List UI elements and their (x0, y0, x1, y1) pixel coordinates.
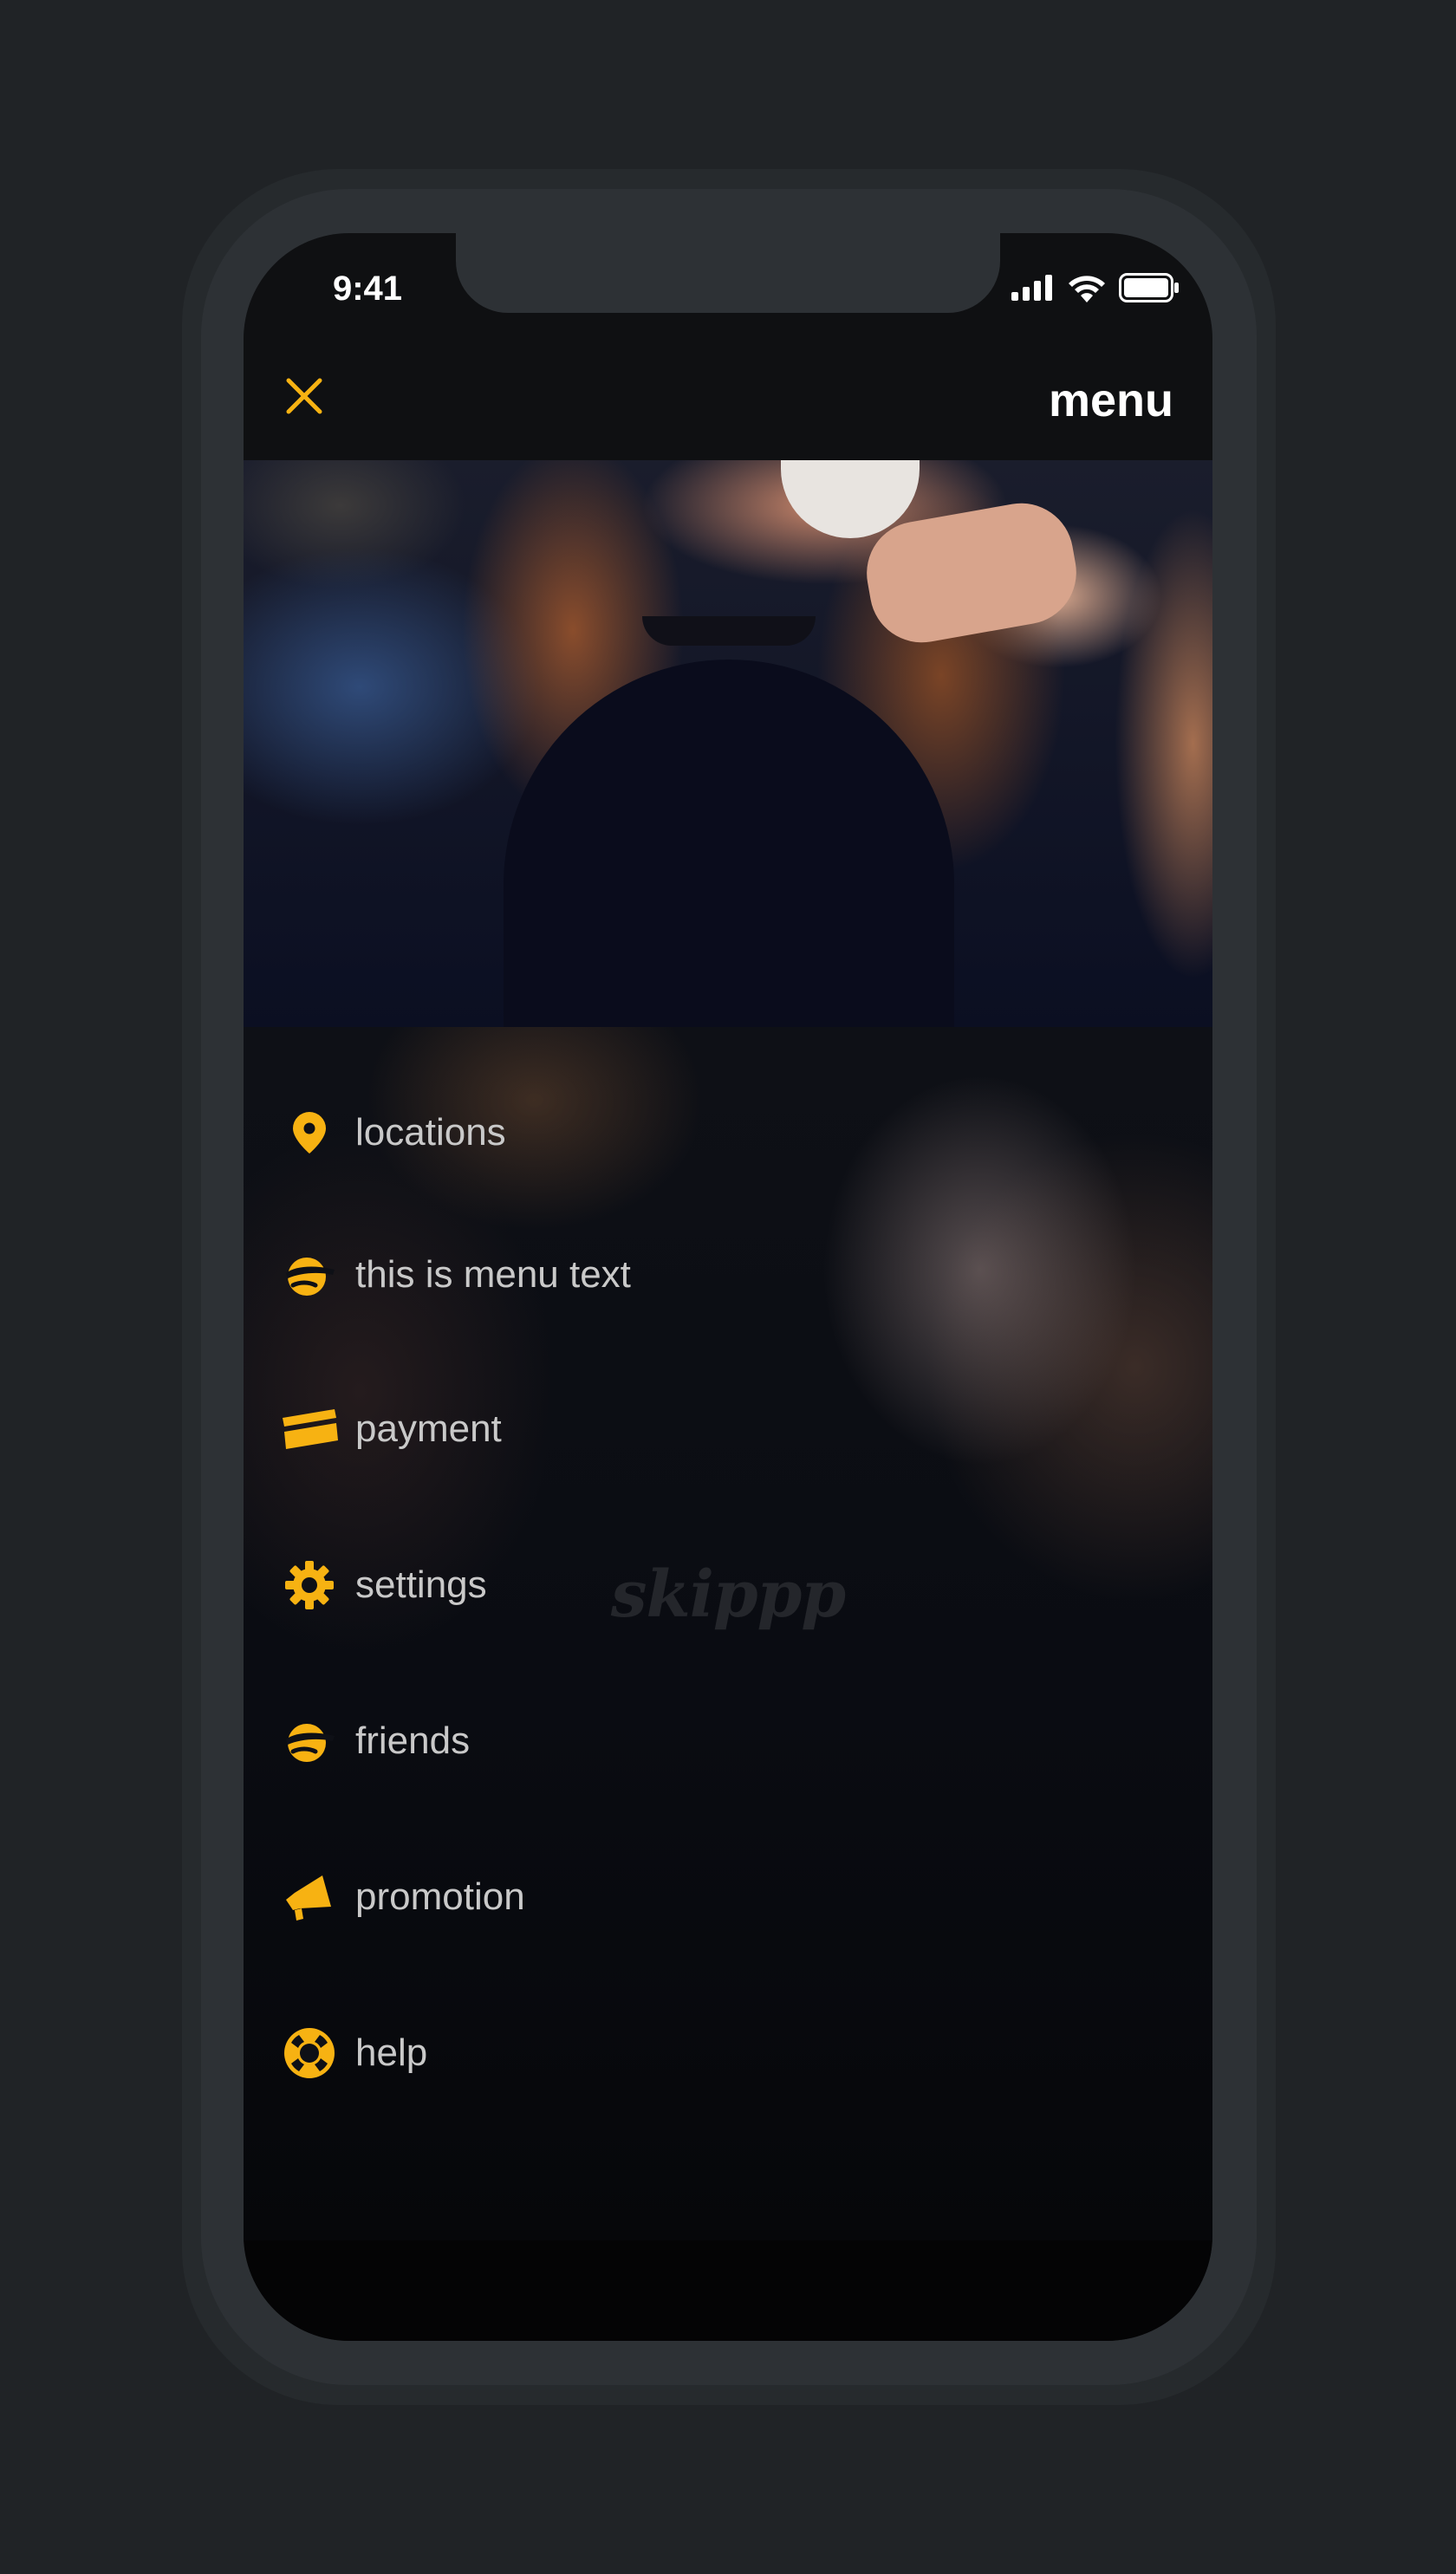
credit-card-icon (278, 1398, 341, 1460)
megaphone-icon (278, 1866, 341, 1928)
signal-icon (1011, 275, 1055, 305)
battery-icon (1119, 273, 1180, 307)
hero-photo-detail (504, 660, 954, 1027)
close-icon (283, 375, 325, 421)
wifi-icon (1067, 273, 1107, 307)
menu-header: menu (244, 337, 1212, 460)
location-pin-icon (278, 1102, 341, 1164)
menu-item-promotion[interactable]: promotion (278, 1854, 525, 1940)
bottom-bar (244, 2240, 1212, 2341)
hero-photo-detail (642, 616, 816, 646)
page-title: menu (1048, 374, 1173, 426)
menu-item-help[interactable]: help (278, 2010, 427, 2096)
menu-item-label: help (355, 2031, 428, 2074)
menu-item-label: this is menu text (355, 1253, 631, 1296)
lifebuoy-icon (278, 2022, 341, 2084)
menu-item-label: promotion (355, 1875, 525, 1918)
menu-item-label: payment (355, 1407, 502, 1450)
phone-screen: 9:41 menu locations this is menu text pa… (244, 233, 1212, 2341)
menu-item-label: friends (355, 1719, 471, 1762)
cap-face-icon (278, 1710, 341, 1772)
status-time: 9:41 (332, 270, 403, 308)
menu-item-payment[interactable]: payment (278, 1386, 502, 1472)
brand-logo: skippp (610, 1557, 846, 1632)
menu-item-friends[interactable]: friends (278, 1698, 470, 1784)
menu-panel: locations this is menu text payment sett… (244, 1027, 1212, 2240)
cap-face-icon (278, 1244, 341, 1306)
menu-item-menu-text[interactable]: this is menu text (278, 1232, 631, 1318)
menu-item-label: locations (355, 1111, 506, 1154)
status-icons (1011, 273, 1180, 307)
close-button[interactable] (278, 372, 330, 424)
menu-item-locations[interactable]: locations (278, 1089, 506, 1176)
phone-notch (456, 233, 1000, 313)
hero-image (244, 460, 1212, 1027)
